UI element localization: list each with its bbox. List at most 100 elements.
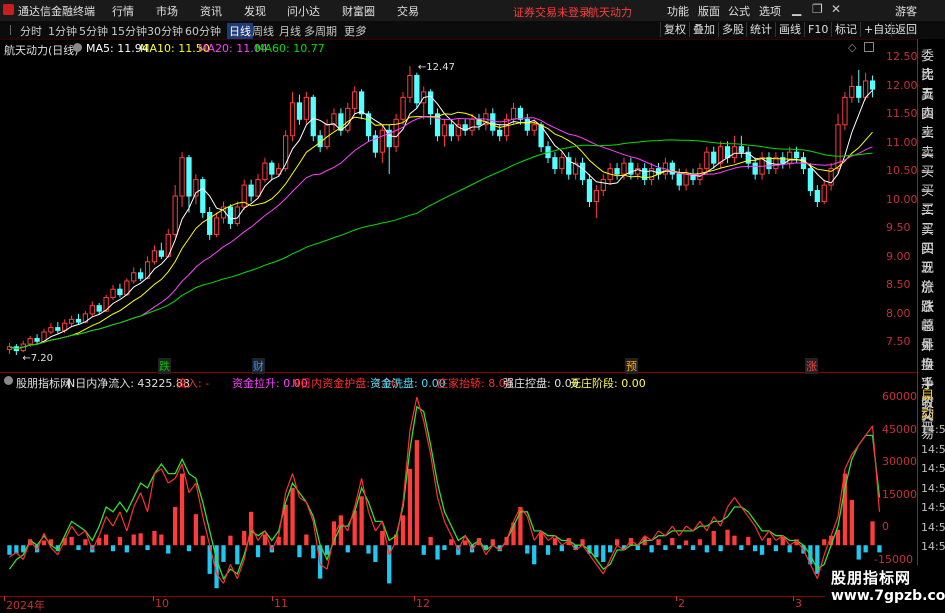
period-tab-7[interactable]: 周线 — [252, 23, 274, 39]
period-tab-9[interactable]: 多周期 — [304, 23, 337, 39]
flow-bar — [732, 535, 737, 546]
candle — [669, 160, 675, 180]
candle-body — [600, 179, 606, 192]
flow-bar — [83, 539, 88, 546]
candle — [296, 94, 303, 125]
candle — [110, 284, 116, 301]
period-tab-6[interactable]: 日线 — [227, 23, 253, 39]
menu-banmian[interactable]: 版面 — [698, 3, 720, 19]
side-label[interactable]: 14:56 — [921, 482, 945, 495]
menu-caifuquan[interactable]: 财富圈 — [342, 3, 375, 19]
trend-line-red — [658, 530, 666, 537]
biaoji-button[interactable]: 标记 — [831, 22, 860, 37]
period-tab-5[interactable]: 60分钟 — [185, 23, 221, 39]
candle — [421, 86, 427, 120]
side-label[interactable]: 14:56 — [921, 521, 945, 534]
trend-line-red — [747, 516, 756, 527]
maximize-pane-icon[interactable] — [864, 42, 874, 52]
login-status[interactable]: 证券交易未登录 — [513, 4, 590, 20]
period-tab-4[interactable]: 30分钟 — [147, 23, 183, 39]
candle-body — [842, 96, 848, 126]
indicator-tick-label: -15000 — [874, 552, 913, 566]
price-tick-label: 11.00 — [886, 135, 918, 149]
candle — [283, 130, 289, 172]
candle — [704, 146, 710, 175]
candlestick-chart[interactable]: ←12.47 ←7.20 — [0, 55, 917, 373]
candle — [6, 342, 13, 354]
candle-body — [75, 318, 82, 323]
candle-body — [227, 206, 234, 224]
restore-icon[interactable]: ❐ — [812, 2, 823, 16]
flow-bar — [428, 536, 433, 546]
event-marker[interactable]: 跌 — [158, 358, 171, 374]
side-label[interactable]: 14:56 — [921, 540, 945, 553]
flow-bar — [525, 545, 530, 554]
menu-wenxiaoda[interactable]: 问小达 — [287, 3, 320, 19]
date-tick-label: 10 — [155, 597, 169, 610]
app-title: 通达信金融终端 — [18, 5, 95, 18]
event-marker[interactable]: 涨 — [805, 358, 818, 374]
menu-xuanxiang[interactable]: 选项 — [759, 3, 781, 19]
period-tab-0[interactable]: 分时 — [20, 23, 42, 39]
candle — [158, 242, 164, 260]
diamond-icon[interactable]: ◇ — [848, 41, 856, 54]
candle-body — [331, 113, 337, 126]
candle-body — [414, 74, 420, 104]
indicator-tick-label: 45000 — [882, 422, 917, 436]
huaxian-button[interactable]: 画线 — [775, 22, 804, 37]
event-marker[interactable]: 预 — [625, 358, 638, 374]
trend-line-red — [374, 521, 383, 532]
candle — [13, 344, 19, 355]
candle — [586, 174, 593, 207]
period-tab-3[interactable]: 15分钟 — [111, 23, 147, 39]
f10-button[interactable]: F10 — [804, 22, 831, 37]
flow-bar — [759, 545, 765, 555]
more-chevron-icon[interactable]: › — [362, 21, 367, 35]
candle-body — [345, 107, 351, 131]
period-tab-8[interactable]: 月线 — [279, 23, 301, 39]
candle-body — [55, 327, 61, 331]
fuquan-button[interactable]: 复权 — [660, 22, 689, 37]
flow-bar — [414, 440, 419, 546]
flow-bar — [407, 468, 413, 546]
guest-label[interactable]: 游客 — [895, 3, 917, 19]
side-label[interactable]: 14:56 — [921, 443, 945, 456]
menu-hangqing[interactable]: 行情 — [112, 3, 134, 19]
candle — [655, 163, 662, 180]
ma5-line — [9, 89, 873, 350]
menu-faxian[interactable]: 发现 — [244, 3, 266, 19]
flow-bar — [421, 545, 426, 555]
tongji-button[interactable]: 统计 — [746, 22, 775, 37]
flow-bar — [311, 545, 316, 559]
side-label[interactable]: 14:56 — [921, 462, 945, 475]
side-label[interactable]: 14:56 — [921, 501, 945, 514]
flow-bar — [739, 545, 744, 551]
side-label[interactable]: 14:56 — [921, 423, 945, 436]
flow-bar — [863, 545, 868, 553]
price-tick-label: 12.50 — [886, 50, 918, 63]
candle — [96, 302, 102, 314]
indicator-chart[interactable] — [0, 388, 917, 596]
date-tick-label: 12 — [416, 597, 430, 610]
diejia-button[interactable]: 叠加 — [689, 22, 718, 37]
settings-dot-icon[interactable] — [73, 43, 82, 52]
candle — [262, 157, 268, 183]
pane-divider — [0, 372, 917, 373]
duogu-button[interactable]: 多股 — [718, 22, 747, 37]
menu-shichang[interactable]: 市场 — [156, 3, 178, 19]
candle — [400, 91, 406, 125]
event-marker[interactable]: 财 — [252, 358, 265, 374]
menu-jiaoyi[interactable]: 交易 — [397, 3, 419, 19]
menu-gongshi[interactable]: 公式 — [728, 3, 750, 19]
indicator-settings-icon[interactable] — [4, 376, 13, 385]
menu-gongneng[interactable]: 功能 — [667, 3, 689, 19]
flow-bar — [235, 545, 240, 565]
close-icon[interactable]: ✕ — [831, 2, 841, 16]
candle — [869, 75, 876, 98]
menu-zixun[interactable]: 资讯 — [200, 3, 222, 19]
period-tab-1[interactable]: 1分钟 — [48, 23, 77, 39]
back-button[interactable]: 返回 — [891, 22, 920, 37]
period-tab-2[interactable]: 5分钟 — [79, 23, 108, 39]
candle-body — [566, 157, 572, 175]
minimize-icon[interactable]: ▁ — [792, 2, 801, 16]
